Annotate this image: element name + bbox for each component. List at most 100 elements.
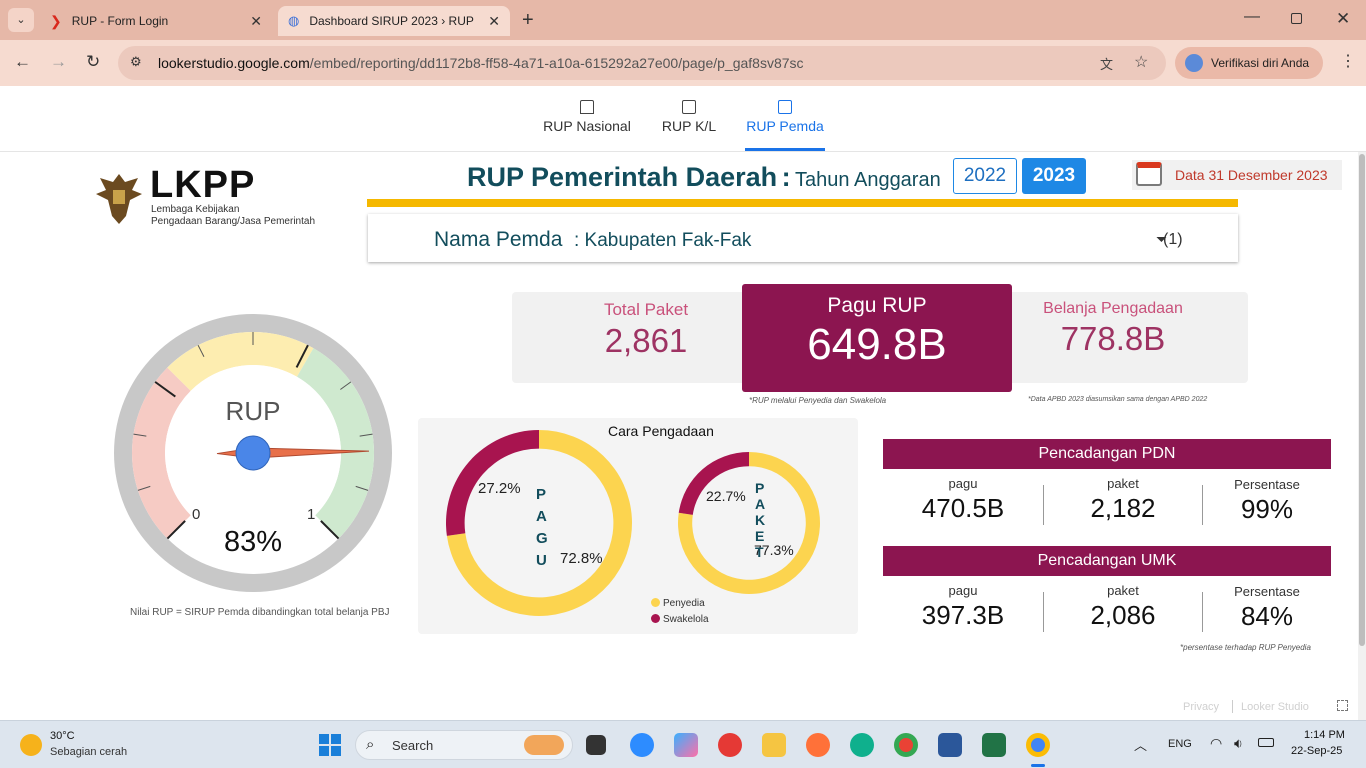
- volume-icon[interactable]: 🔉︎: [1234, 735, 1243, 752]
- legend-penyedia-label: Penyedia: [663, 598, 705, 609]
- close-tab-icon[interactable]: ✕: [488, 13, 500, 30]
- umk-title: Pencadangan UMK: [883, 546, 1331, 576]
- firefox-icon[interactable]: [806, 733, 830, 757]
- tab-favicon-icon: ◍: [288, 13, 300, 28]
- lkpp-wordmark: LKPP: [150, 164, 256, 206]
- gauge-hub: [235, 435, 271, 471]
- nav-label: RUP K/L: [661, 118, 717, 134]
- reload-button[interactable]: ↻: [86, 52, 100, 72]
- close-window-button[interactable]: ✕: [1336, 9, 1350, 29]
- battery-icon[interactable]: [1258, 738, 1274, 747]
- looker-studio-link[interactable]: Looker Studio: [1241, 701, 1309, 713]
- language-indicator[interactable]: ENG: [1168, 738, 1192, 750]
- pemda-filter[interactable]: Nama Pemda : Kabupaten Fak-Fak ⏷ (1): [368, 214, 1238, 262]
- paket-donut: [678, 452, 820, 594]
- filter-label: Nama Pemda: [434, 228, 563, 251]
- tab-title: RUP - Form Login: [71, 14, 169, 28]
- page-scrollbar[interactable]: [1358, 152, 1366, 720]
- pdn-pagu-value: 470.5B: [921, 493, 1005, 523]
- umk-pct-value: 84%: [1240, 601, 1294, 631]
- pdn-paket-value: 2,182: [1090, 493, 1156, 523]
- file-explorer-icon[interactable]: [762, 733, 786, 757]
- zoom-app-icon[interactable]: [630, 733, 654, 757]
- pdn-pagu-label: pagu: [948, 476, 978, 491]
- tab-search-button[interactable]: ⌄: [8, 8, 34, 32]
- taskbar-search[interactable]: ⌕ Search: [355, 730, 573, 760]
- clock-time[interactable]: 1:14 PM: [1304, 729, 1345, 741]
- tab-rup-login[interactable]: ❯ RUP - Form Login ✕: [40, 6, 272, 36]
- nav-label: RUP Nasional: [543, 118, 631, 134]
- year-2023-button[interactable]: 2023: [1022, 158, 1086, 194]
- nav-label: RUP Pemda: [746, 118, 824, 134]
- new-tab-button[interactable]: +: [522, 9, 534, 32]
- excel-icon[interactable]: [982, 733, 1006, 757]
- kpi-total-paket-label: Total Paket: [603, 300, 689, 319]
- chart-icon: [682, 100, 696, 114]
- filter-value: : Kabupaten Fak-Fak: [574, 230, 752, 251]
- swakelola-slice[interactable]: [678, 452, 749, 515]
- address-bar[interactable]: ⚙ lookerstudio.google.com/embed/reportin…: [118, 46, 1166, 80]
- chrome-active-icon[interactable]: [1026, 733, 1050, 757]
- tab-title: Dashboard SIRUP 2023 › RUP P...: [309, 14, 478, 28]
- umk-pagu-value: 397.3B: [921, 600, 1005, 630]
- kpi-belanja: Belanja Pengadaan 778.8B: [1020, 300, 1206, 358]
- legend-swakelola-label: Swakelola: [663, 614, 709, 625]
- bookmark-star-icon[interactable]: ☆: [1134, 52, 1148, 72]
- privacy-link[interactable]: Privacy: [1183, 701, 1219, 713]
- task-view-icon[interactable]: [586, 735, 606, 755]
- scrollbar-thumb[interactable]: [1359, 154, 1365, 646]
- cara-pengadaan-panel: Cara Pengadaan 27.2% 72.8% PAGU 22.7% 77…: [418, 418, 858, 634]
- paket-vertical-label: PAKET: [755, 480, 766, 560]
- app-red-icon[interactable]: [718, 733, 742, 757]
- data-date-label: Data 31 Desember 2023: [1175, 167, 1328, 183]
- gauge-value-label: 83%: [223, 526, 283, 558]
- kpi-total-paket: Total Paket 2,861: [560, 300, 732, 360]
- footer-sep: [1232, 700, 1233, 713]
- umk-pct-label: Persentase: [1234, 584, 1300, 599]
- minimize-button[interactable]: —: [1244, 8, 1260, 26]
- gauge-footnote: Nilai RUP = SIRUP Pemda dibandingkan tot…: [130, 607, 390, 618]
- close-tab-icon[interactable]: ✕: [250, 13, 262, 30]
- weather-sun-icon: [20, 734, 42, 756]
- search-icon: ⌕: [366, 736, 375, 753]
- nav-rup-nasional[interactable]: RUP Nasional: [540, 100, 634, 134]
- lkpp-subtitle-1: Lembaga Kebijakan: [151, 204, 240, 215]
- umk-footnote: *persentase terhadap RUP Penyedia: [1180, 643, 1311, 652]
- windows-taskbar: 30°C Sebagian cerah ⌕ Search ︿ ENG ◠ 🔉︎ …: [0, 720, 1366, 768]
- restore-button[interactable]: [1291, 13, 1302, 24]
- chrome-icon[interactable]: [894, 733, 918, 757]
- report-canvas: LKPP Lembaga Kebijakan Pengadaan Barang/…: [0, 152, 1358, 720]
- tab-dashboard-sirup[interactable]: ◍ Dashboard SIRUP 2023 › RUP P... ✕: [278, 6, 510, 36]
- kpi-pagu-value: 649.8B: [807, 320, 947, 369]
- wifi-icon[interactable]: ◠: [1210, 735, 1222, 752]
- pdn-paket-label: paket: [1107, 476, 1139, 491]
- umk-pagu-label: pagu: [948, 583, 978, 598]
- year-2022-button[interactable]: 2022: [953, 158, 1017, 194]
- weather-temp: 30°C: [50, 730, 75, 742]
- active-tab-indicator: [745, 148, 825, 151]
- menu-kebab-icon[interactable]: ⋮: [1340, 51, 1356, 71]
- edge-icon[interactable]: [850, 733, 874, 757]
- title-colon: :: [781, 162, 791, 192]
- back-button[interactable]: ←: [14, 52, 31, 72]
- fullscreen-icon[interactable]: [1337, 700, 1348, 711]
- umk-card: Pencadangan UMK pagu 397.3B paket 2,086 …: [883, 546, 1331, 646]
- tray-chevron-icon[interactable]: ︿: [1134, 735, 1147, 754]
- url-domain: lookerstudio.google.com: [158, 55, 310, 71]
- profile-button[interactable]: Verifikasi diri Anda: [1175, 47, 1323, 79]
- weather-widget[interactable]: 30°C Sebagian cerah: [18, 729, 148, 763]
- rup-gauge: RUP 0 1 83%: [112, 312, 394, 594]
- legend-swakelola: Swakelola: [651, 614, 709, 625]
- browser-toolbar: ← → ↻ ⚙ lookerstudio.google.com/embed/re…: [0, 40, 1366, 86]
- clock-date[interactable]: 22-Sep-25: [1291, 745, 1342, 757]
- kpi-pagu-note: *RUP melalui Penyedia dan Swakelola: [749, 396, 887, 405]
- nav-rup-pemda[interactable]: RUP Pemda: [745, 100, 825, 134]
- word-icon[interactable]: [938, 733, 962, 757]
- site-info-icon[interactable]: ⚙: [130, 54, 142, 70]
- copilot-icon[interactable]: [674, 733, 698, 757]
- start-button[interactable]: [318, 733, 342, 757]
- translate-icon[interactable]: 文: [1100, 54, 1113, 73]
- forward-button[interactable]: →: [50, 52, 67, 72]
- nav-rup-kl[interactable]: RUP K/L: [658, 100, 720, 134]
- tab-favicon-icon: ❯: [50, 12, 62, 29]
